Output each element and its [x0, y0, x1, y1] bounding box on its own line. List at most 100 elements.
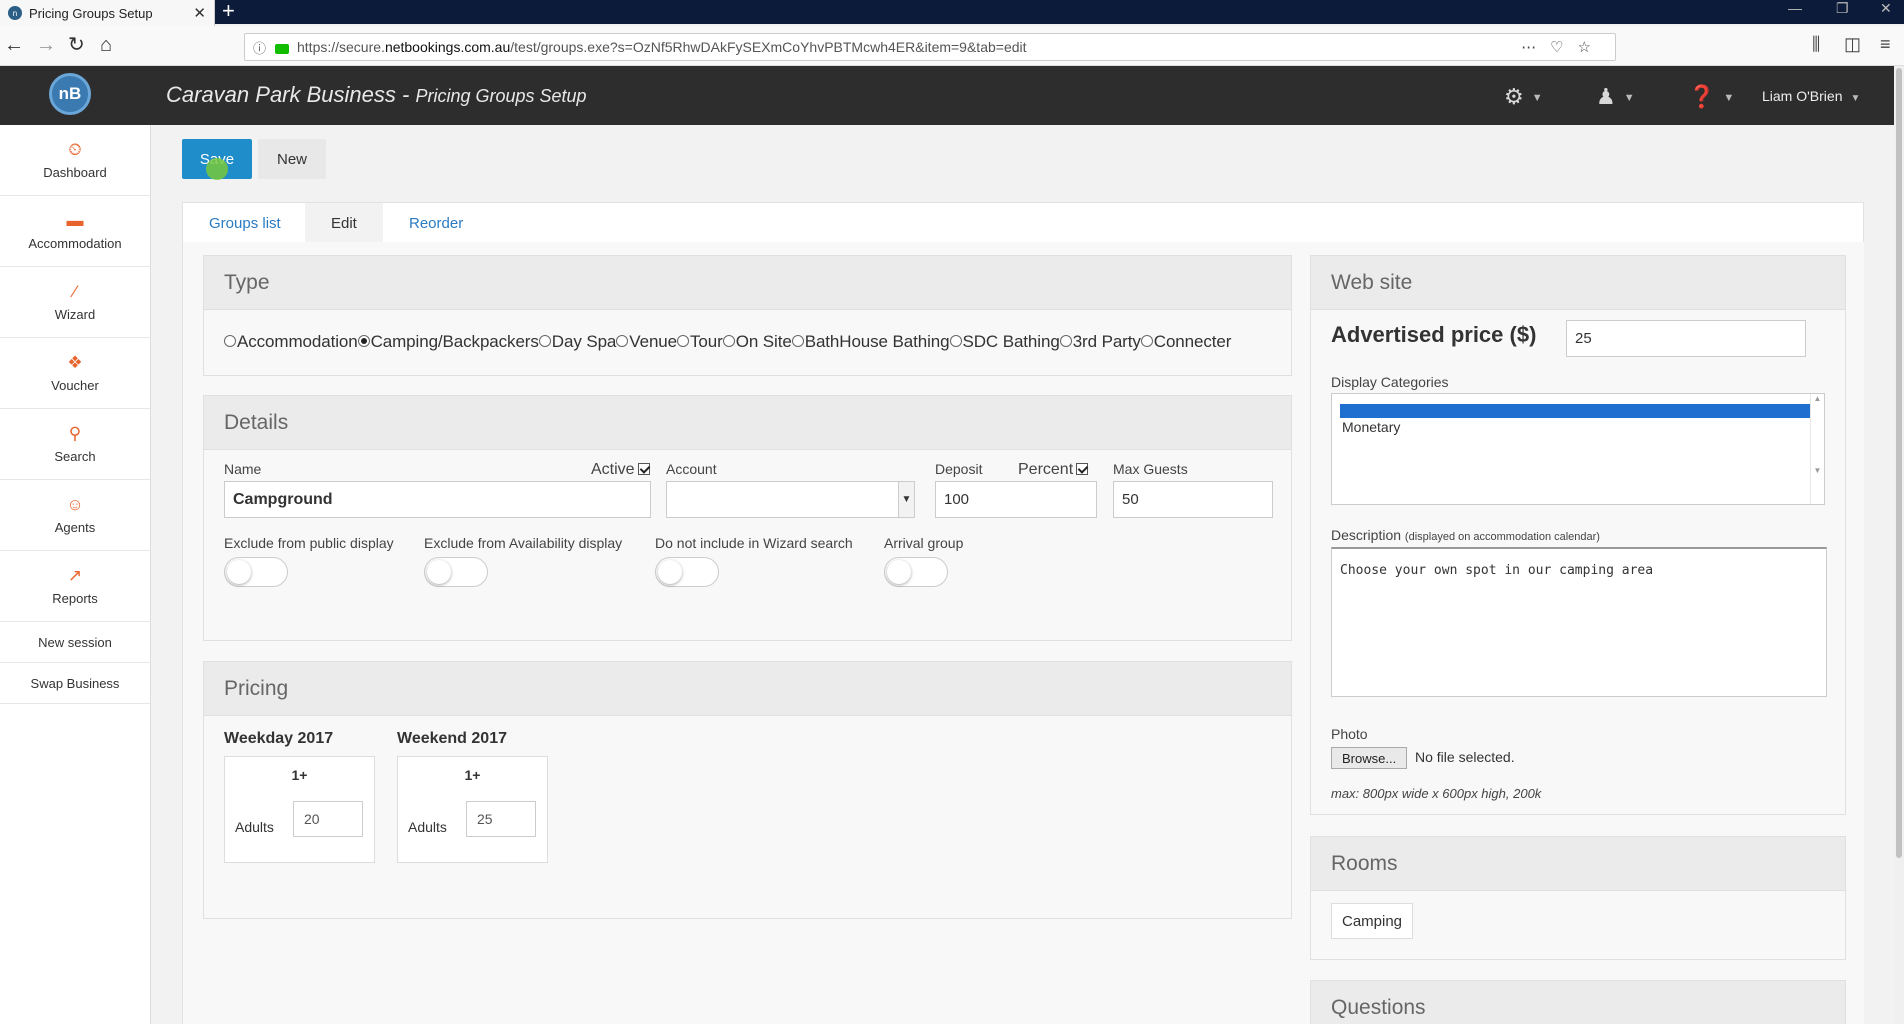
forward-icon[interactable]: → — [36, 34, 56, 56]
sidebar-item-voucher[interactable]: ❖ Voucher — [0, 338, 150, 409]
display-categories-list[interactable]: Monetary ▲ ▼ — [1331, 393, 1825, 505]
help-menu[interactable]: ❓ ▼ — [1688, 84, 1734, 110]
app-header: nB Caravan Park Business - Pricing Group… — [0, 66, 1894, 125]
new-button[interactable]: New — [258, 139, 326, 179]
percent-checkbox[interactable]: Percent — [1018, 461, 1089, 479]
description-textarea[interactable]: Choose your own spot in our camping area — [1331, 547, 1827, 697]
chevron-down-icon: ▼ — [898, 482, 914, 517]
radio-connecter[interactable]: Connecter — [1140, 332, 1231, 351]
radio-button[interactable] — [1140, 335, 1153, 347]
scrollbar-thumb[interactable] — [1896, 68, 1902, 858]
close-tab-icon[interactable]: ✕ — [193, 4, 206, 22]
advertised-price-field[interactable]: 25 — [1566, 320, 1806, 357]
radio-on-site[interactable]: On Site — [722, 332, 792, 351]
type-panel: Type Accommodation Camping/Backpackers Day… — [203, 255, 1292, 376]
sidebar-item-reports[interactable]: ↗ Reports — [0, 551, 150, 622]
new-tab-icon[interactable]: + — [222, 0, 235, 24]
minimize-icon[interactable]: — — [1788, 0, 1802, 16]
list-item[interactable]: Monetary — [1342, 419, 1400, 435]
radio-day-spa[interactable]: Day Spa — [538, 332, 616, 351]
browser-tab[interactable]: n Pricing Groups Setup ✕ — [0, 0, 215, 26]
browse-button[interactable]: Browse... — [1331, 747, 1408, 769]
name-field[interactable]: Campground — [224, 481, 651, 518]
tab-reorder[interactable]: Reorder — [383, 203, 489, 243]
radio-button[interactable] — [791, 335, 804, 347]
sidebar-item-label: Voucher — [51, 378, 99, 393]
tab-groups-list[interactable]: Groups list — [183, 203, 307, 243]
rooms-panel: Rooms Camping — [1310, 836, 1846, 960]
guest-range: 1+ — [464, 767, 481, 783]
sidebar-item-search[interactable]: ⚲ Search — [0, 409, 150, 480]
radio-button[interactable] — [722, 335, 735, 347]
radio-button[interactable] — [224, 335, 236, 347]
radio-accommodation[interactable]: Accommodation — [224, 332, 358, 351]
sidebar-item-wizard[interactable]: ⁄ Wizard — [0, 267, 150, 338]
radio-button[interactable] — [677, 335, 690, 347]
url-bar[interactable]: ⓘ https://secure.netbookings.com.au/test… — [244, 33, 1616, 61]
page-actions-icon[interactable]: ⋯♡☆ — [1521, 38, 1605, 56]
sidebar-item-swap-business[interactable]: Swap Business — [0, 663, 150, 704]
agent-menu[interactable]: ♟ ▼ — [1596, 84, 1635, 110]
restore-icon[interactable]: ❐ — [1836, 0, 1849, 17]
account-select[interactable]: ▼ — [666, 481, 915, 518]
gift-icon: ❖ — [67, 353, 83, 372]
list-scrollbar[interactable]: ▲ ▼ — [1810, 394, 1824, 504]
app-logo[interactable]: nB — [49, 73, 91, 115]
exclude-public-toggle[interactable] — [224, 557, 288, 587]
sidebar-item-accommodation[interactable]: ▬ Accommodation — [0, 196, 150, 267]
wizard-search-toggle[interactable] — [655, 557, 719, 587]
chevron-down-icon: ▼ — [1623, 92, 1635, 105]
user-name: Liam O'Brien — [1762, 88, 1843, 104]
checkbox[interactable] — [637, 463, 650, 475]
radio-venue[interactable]: Venue — [616, 332, 677, 351]
deposit-label: Deposit — [935, 461, 983, 477]
chevron-down-icon: ▼ — [1531, 92, 1543, 105]
menu-icon[interactable]: ≡ — [1880, 34, 1891, 55]
user-menu[interactable]: Liam O'Brien ▼ — [1762, 88, 1860, 104]
radio-button[interactable] — [357, 335, 370, 347]
window-close-icon[interactable]: ✕ — [1880, 0, 1892, 17]
sidebar: ⏲ Dashboard ▬ Accommodation ⁄ Wizard ❖ Vouch… — [0, 125, 151, 1024]
browser-nav-bar: ← → ↻ ⌂ ⓘ https://secure.netbookings.com… — [0, 26, 1904, 66]
sidebar-toggle-icon[interactable]: ◫ — [1844, 34, 1861, 55]
home-icon[interactable]: ⌂ — [100, 34, 112, 56]
pricing-panel: Pricing Weekday 2017 1+ Adults 20 Weeken… — [203, 661, 1292, 919]
url-text: https://secure.netbookings.com.au/test/g… — [297, 39, 1027, 55]
settings-menu[interactable]: ⚙ ▼ — [1504, 84, 1543, 110]
page-scrollbar[interactable] — [1894, 66, 1904, 1024]
type-panel-title: Type — [204, 256, 1291, 310]
selected-option[interactable] — [1340, 404, 1810, 418]
radio-button[interactable] — [949, 335, 962, 347]
radio-bathhouse-bathing[interactable]: BathHouse Bathing — [791, 332, 950, 351]
adults-price-input[interactable]: 20 — [293, 801, 363, 837]
arrival-group-toggle[interactable] — [884, 557, 948, 587]
checkbox[interactable] — [1076, 463, 1089, 475]
radio-tour[interactable]: Tour — [677, 332, 723, 351]
wizard-search-label: Do not include in Wizard search — [655, 535, 853, 551]
radio-sdc-bathing[interactable]: SDC Bathing — [949, 332, 1060, 351]
radio-camping-backpackers[interactable]: Camping/Backpackers — [357, 332, 539, 351]
deposit-field[interactable]: 100 — [935, 481, 1097, 518]
info-icon[interactable]: ⓘ — [253, 38, 269, 57]
sidebar-item-agents[interactable]: ☺ Agents — [0, 480, 150, 551]
tab-edit[interactable]: Edit — [305, 203, 383, 243]
radio-button[interactable] — [538, 335, 551, 347]
room-item[interactable]: Camping — [1331, 903, 1414, 939]
sidebar-item-label: Agents — [54, 520, 96, 535]
exclude-public-label: Exclude from public display — [224, 535, 394, 551]
exclude-availability-toggle[interactable] — [424, 557, 488, 587]
radio-3rd-party[interactable]: 3rd Party — [1059, 332, 1141, 351]
sidebar-item-label: Accommodation — [28, 236, 122, 251]
questions-panel-title: Questions — [1311, 981, 1845, 1024]
sidebar-item-new-session[interactable]: New session — [0, 622, 150, 663]
chevron-down-icon: ▼ — [1850, 93, 1861, 104]
max-guests-field[interactable]: 50 — [1113, 481, 1273, 518]
radio-button[interactable] — [616, 335, 629, 347]
active-checkbox[interactable]: Active — [591, 461, 650, 479]
back-icon[interactable]: ← — [4, 34, 24, 56]
sidebar-item-dashboard[interactable]: ⏲ Dashboard — [0, 125, 150, 196]
library-icon[interactable]: ⫼ — [1812, 34, 1820, 55]
reload-icon[interactable]: ↻ — [68, 34, 85, 56]
adults-price-input[interactable]: 25 — [466, 801, 536, 837]
radio-button[interactable] — [1059, 335, 1072, 347]
